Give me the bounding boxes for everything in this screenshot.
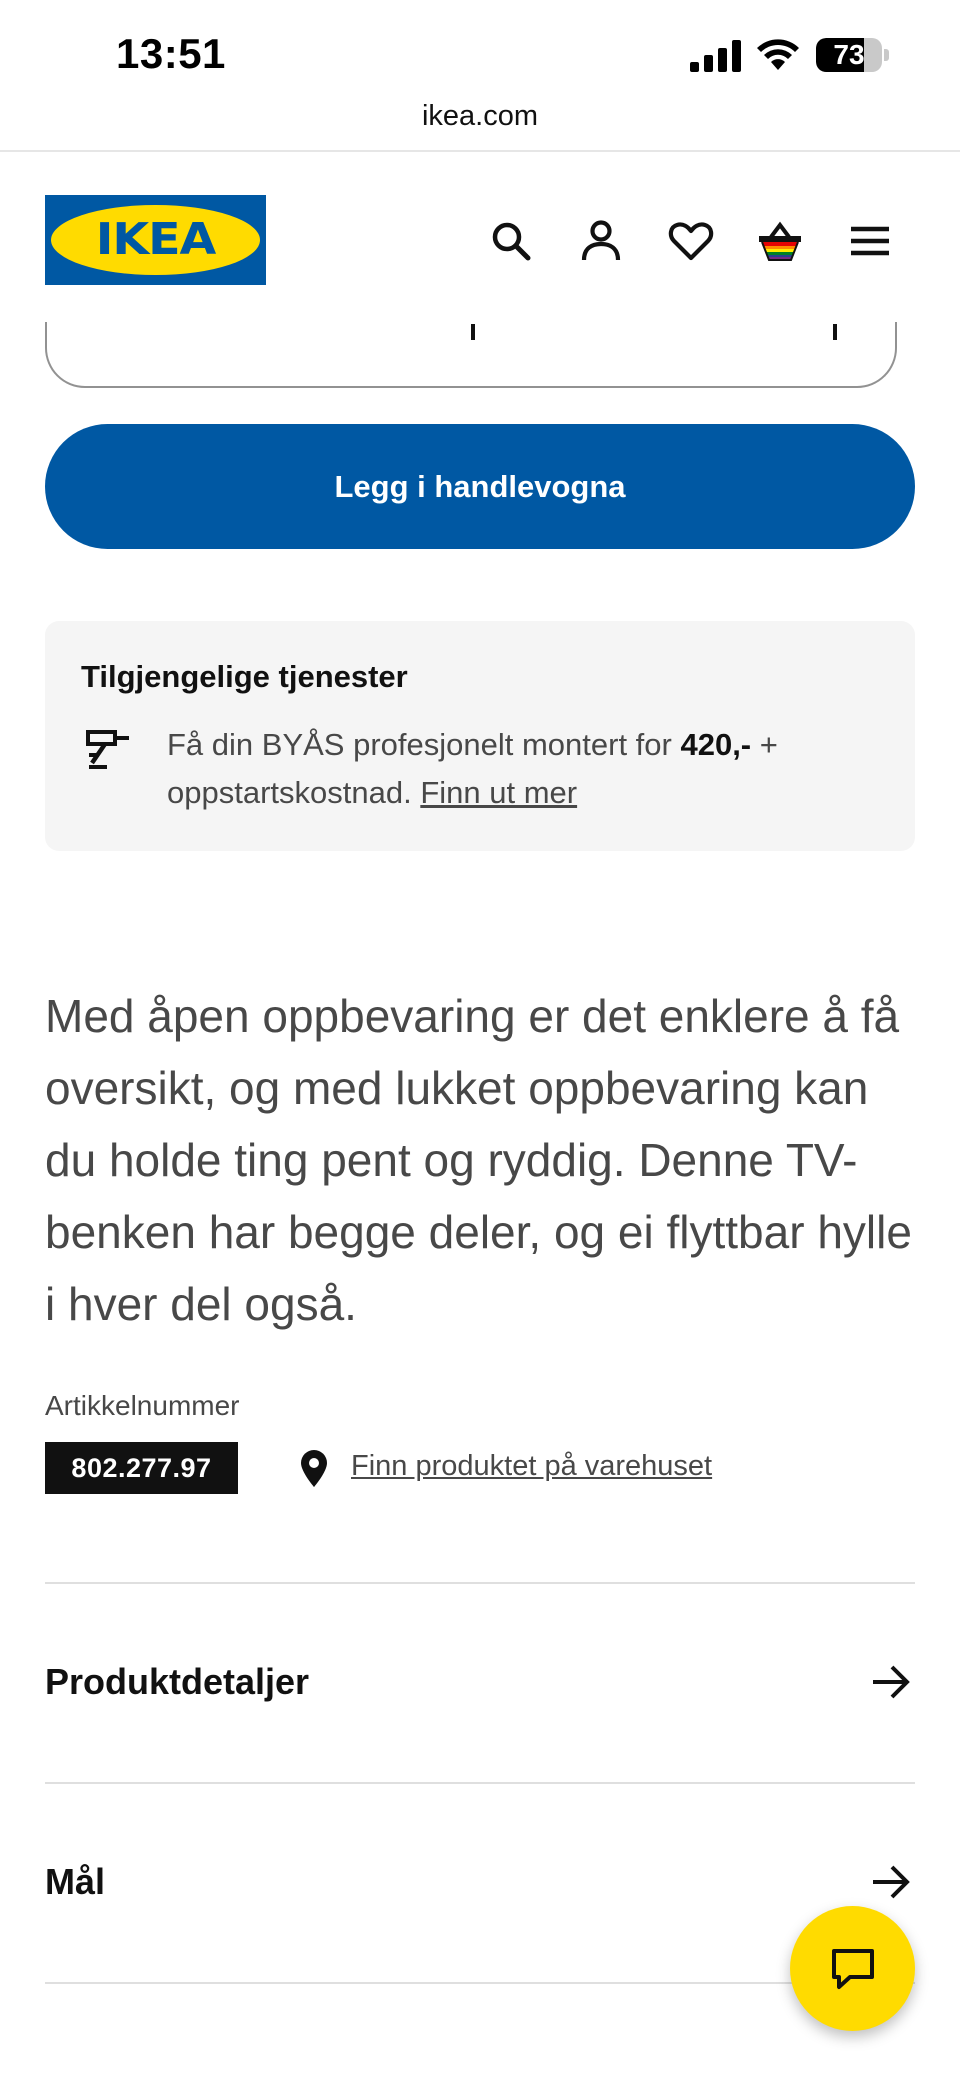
battery-tip — [884, 49, 889, 61]
select-tick-right — [833, 324, 837, 340]
url-bar[interactable]: ikea.com — [0, 92, 960, 152]
services-box: Tilgjengelige tjenester Få din BYÅS prof… — [45, 621, 915, 851]
services-text-before: Få din BYÅS profesjonelt montert for — [167, 727, 681, 762]
services-title: Tilgjengelige tjenester — [81, 659, 408, 694]
article-number-label: Artikkelnummer — [45, 1390, 240, 1421]
select-tick-left — [471, 324, 475, 340]
arrow-right-icon — [873, 1665, 910, 1699]
accordion-product-details[interactable]: Produktdetaljer — [45, 1584, 915, 1780]
accordion-dimensions[interactable]: Mål — [45, 1784, 915, 1980]
find-in-store-link[interactable]: Finn produktet på varehuset — [351, 1450, 712, 1483]
article-number: 802.277.97 — [45, 1442, 238, 1494]
services-text: Få din BYÅS profesjonelt montert for 420… — [167, 721, 887, 817]
status-time: 13:51 — [116, 30, 226, 77]
account-icon[interactable] — [577, 217, 625, 265]
page: 13:51 73 ikea.com IKEA Legg i handlevogn… — [0, 0, 960, 2077]
site-header: IKEA — [0, 152, 960, 322]
product-description: Med åpen oppbevaring er det enklere å få… — [45, 990, 912, 1330]
battery-icon: 73 — [816, 38, 882, 72]
ikea-logo[interactable]: IKEA — [45, 195, 266, 285]
chat-icon — [832, 1949, 874, 1989]
logo-text: IKEA — [95, 214, 217, 265]
menu-icon[interactable] — [846, 217, 894, 265]
search-icon[interactable] — [487, 217, 535, 265]
services-link[interactable]: Finn ut mer — [420, 775, 577, 810]
url-text[interactable]: ikea.com — [0, 100, 960, 133]
signal-bars-icon — [690, 40, 741, 72]
battery-percent: 73 — [833, 39, 865, 70]
wifi-icon — [757, 39, 799, 70]
location-pin-icon — [301, 1450, 327, 1487]
chat-button[interactable] — [790, 1906, 915, 2031]
heart-icon[interactable] — [667, 217, 715, 265]
drill-icon — [86, 730, 129, 769]
accordion-label: Produktdetaljer — [45, 1661, 310, 1702]
basket-icon[interactable] — [756, 217, 804, 265]
arrow-right-icon — [873, 1865, 910, 1899]
accordion-label: Mål — [45, 1861, 106, 1902]
services-price: 420,- — [680, 727, 752, 762]
divider — [45, 1982, 915, 1984]
add-to-cart-button[interactable]: Legg i handlevogna — [45, 424, 915, 549]
